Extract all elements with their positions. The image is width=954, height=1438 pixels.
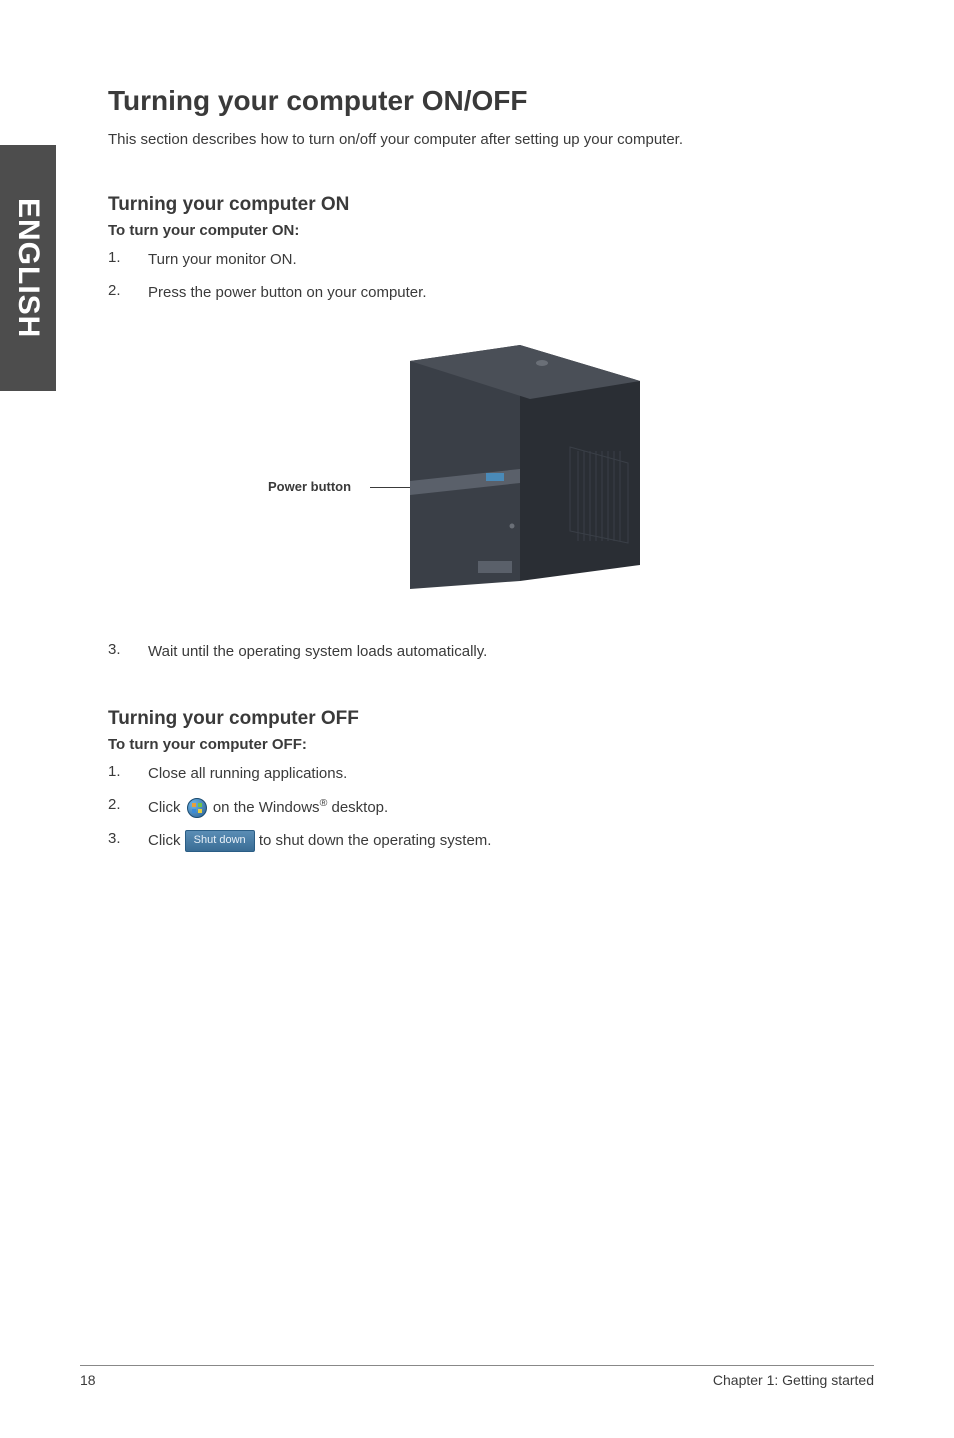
page-footer: 18 Chapter 1: Getting started	[80, 1365, 874, 1388]
off-step-2: 2. Click on the Windows® desktop.	[108, 796, 868, 818]
step-number: 3.	[108, 641, 148, 662]
off-step-3: 3. Click Shut down to shut down the oper…	[108, 830, 868, 852]
on-step-2: 2. Press the power button on your comput…	[108, 282, 868, 303]
step-number: 1.	[108, 249, 148, 270]
power-button-label: Power button	[268, 479, 351, 494]
page-content: Turning your computer ON/OFF This sectio…	[108, 85, 868, 864]
chapter-label: Chapter 1: Getting started	[713, 1372, 874, 1388]
on-step-1: 1. Turn your monitor ON.	[108, 249, 868, 270]
page-title: Turning your computer ON/OFF	[108, 85, 868, 117]
step-text: Turn your monitor ON.	[148, 249, 868, 270]
step-number: 3.	[108, 830, 148, 852]
shutdown-button-icon: Shut down	[185, 830, 255, 851]
text-part: to shut down the operating system.	[255, 832, 492, 849]
step-text: Click Shut down to shut down the operati…	[148, 830, 868, 852]
desktop-tower-icon	[370, 331, 670, 601]
on-step-3: 3. Wait until the operating system loads…	[108, 641, 868, 662]
page-number: 18	[80, 1372, 96, 1388]
computer-illustration: Power button	[108, 331, 868, 601]
text-part: Click	[148, 832, 185, 849]
on-heading: Turning your computer ON	[108, 194, 868, 216]
step-number: 1.	[108, 763, 148, 784]
step-text: Wait until the operating system loads au…	[148, 641, 868, 662]
text-part: desktop.	[327, 799, 388, 816]
step-number: 2.	[108, 796, 148, 818]
text-part: on the Windows	[209, 799, 320, 816]
step-text: Close all running applications.	[148, 763, 868, 784]
language-tab: ENGLISH	[0, 145, 56, 391]
intro-text: This section describes how to turn on/of…	[108, 131, 868, 148]
windows-start-icon	[187, 798, 207, 818]
off-heading: Turning your computer OFF	[108, 708, 868, 730]
step-number: 2.	[108, 282, 148, 303]
step-text: Click on the Windows® desktop.	[148, 796, 868, 818]
off-step-1: 1. Close all running applications.	[108, 763, 868, 784]
language-label: ENGLISH	[11, 198, 45, 338]
step-text: Press the power button on your computer.	[148, 282, 868, 303]
on-subheading: To turn your computer ON:	[108, 222, 868, 239]
off-subheading: To turn your computer OFF:	[108, 736, 868, 753]
text-part: Click	[148, 799, 185, 816]
